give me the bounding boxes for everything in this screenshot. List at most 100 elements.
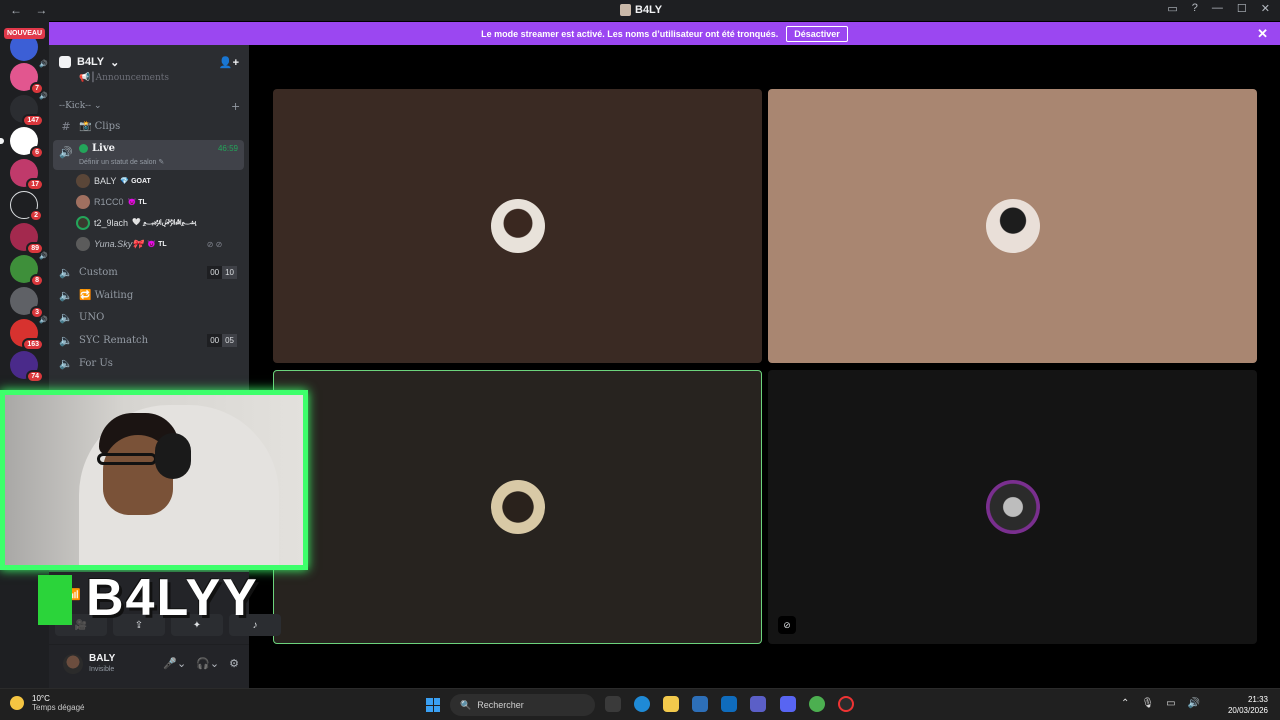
set-channel-status[interactable]: Définir un statut de salon ✎: [79, 158, 164, 166]
volume-icon[interactable]: 🔊: [1188, 698, 1200, 709]
app-icon[interactable]: [838, 696, 854, 712]
server-icon[interactable]: 2: [10, 191, 43, 222]
add-member-icon[interactable]: 👤+: [219, 56, 239, 69]
file-explorer-icon[interactable]: [663, 696, 679, 712]
channel-syc-rematch[interactable]: 🔈 SYC Rematch 00 05: [53, 330, 243, 350]
participant-avatar: [985, 199, 1040, 253]
network-icon[interactable]: ▭: [1166, 698, 1175, 709]
announcements-channel[interactable]: 📢┃Announcements: [79, 73, 169, 83]
microphone-icon[interactable]: 🎙: [1141, 698, 1154, 709]
store-icon[interactable]: [692, 696, 708, 712]
video-tile-speaking[interactable]: [273, 370, 762, 644]
title-bar: ← → B4LY ▭ ? — ☐ ✕: [0, 0, 1280, 21]
webcam-overlay: [0, 390, 308, 570]
participant-avatar: [490, 480, 545, 534]
speaker-icon: 🔊: [39, 61, 48, 68]
channel-clips[interactable]: # 📸 Clips: [53, 116, 243, 136]
channel-waiting[interactable]: 🔈 🔁 Waiting: [53, 285, 243, 305]
new-badge: NOUVEAU: [4, 28, 46, 39]
avatar: [76, 216, 90, 230]
server-badge-icon: [59, 56, 71, 68]
server-icon[interactable]: 6: [0, 127, 44, 159]
participant-avatar: [490, 199, 545, 253]
search-placeholder: Rechercher: [477, 700, 524, 710]
video-tile[interactable]: ⊘: [768, 370, 1257, 644]
add-channel-icon[interactable]: +: [231, 100, 240, 113]
mention-badge: 17: [26, 178, 44, 191]
taskbar-search[interactable]: 🔍 Rechercher: [450, 694, 595, 716]
streamer-mode-banner: Le mode streamer est activé. Les noms d’…: [49, 22, 1280, 45]
maximize-button[interactable]: ☐: [1237, 2, 1247, 15]
category-kick[interactable]: --Kick-- ⌄ +: [59, 100, 240, 113]
settings-gear-icon[interactable]: ⚙: [229, 657, 239, 670]
help-icon[interactable]: ?: [1192, 2, 1198, 15]
voice-member[interactable]: t2_9lach 🤍 ﷽: [76, 214, 196, 232]
channel-label: UNO: [79, 311, 105, 323]
chevron-up-icon[interactable]: ⌃: [1121, 698, 1129, 709]
inbox-icon[interactable]: ▭: [1167, 2, 1177, 15]
devil-icon: 😈: [147, 241, 157, 248]
channel-custom[interactable]: 🔈 Custom 00 10: [53, 262, 243, 282]
speaker-icon: 🔈: [59, 288, 73, 302]
server-icon[interactable]: 🔊 8: [10, 253, 48, 287]
muted-icon: ⊘ ⊘: [206, 239, 223, 249]
video-tile[interactable]: [273, 89, 762, 363]
server-icon[interactable]: 🔊 163: [10, 317, 48, 351]
video-tile[interactable]: [768, 89, 1257, 363]
banner-close-icon[interactable]: ✕: [1257, 26, 1268, 42]
task-view-icon[interactable]: [605, 696, 621, 712]
edge-icon[interactable]: [634, 696, 650, 712]
window-controls: ▭ ? — ☐ ✕: [1167, 2, 1270, 15]
channel-live[interactable]: 🔊 Live 46:59 Définir un statut de salon …: [53, 140, 244, 170]
speaker-icon: 🔊: [39, 93, 48, 100]
weather-description: Temps dégagé: [32, 703, 85, 712]
channel-for-us[interactable]: 🔈 For Us: [53, 353, 243, 373]
avatar[interactable]: [63, 654, 83, 674]
microphone-icon[interactable]: 🎤⌄: [163, 657, 186, 670]
participant-avatar: [985, 480, 1040, 534]
window-title: B4LY: [620, 4, 662, 16]
voice-member[interactable]: Yuna.Sky🎀 😈 TL ⊘ ⊘: [76, 235, 222, 253]
camera-off-icon: ⊘: [778, 616, 796, 634]
close-button[interactable]: ✕: [1261, 2, 1270, 15]
channel-uno[interactable]: 🔈 UNO: [53, 307, 243, 327]
speaker-icon: 🔈: [59, 265, 73, 279]
outlook-icon[interactable]: [721, 696, 737, 712]
speaker-icon: 🔈: [59, 356, 73, 370]
clock[interactable]: 21:33 20/03/2026: [1228, 694, 1268, 716]
windows-start-icon[interactable]: [426, 698, 440, 712]
speaker-icon: 🔈: [59, 310, 73, 324]
headphones-icon[interactable]: 🎧⌄: [196, 657, 219, 670]
teams-icon[interactable]: [750, 696, 766, 712]
speaker-icon: 🔊: [39, 317, 48, 324]
chrome-icon[interactable]: [809, 696, 825, 712]
date: 20/03/2026: [1227, 706, 1268, 715]
voice-member[interactable]: R1CC0 😈 TL: [76, 193, 147, 211]
server-icon[interactable]: 🔊 7: [10, 61, 48, 95]
server-icon[interactable]: 🔊 147: [10, 93, 48, 127]
forward-arrow-icon[interactable]: →: [35, 3, 47, 17]
search-icon: 🔍: [460, 699, 472, 710]
avatar: [76, 174, 90, 188]
mention-badge: 8: [30, 274, 44, 287]
windows-taskbar: 10°C Temps dégagé 🔍 Rechercher ⌃ 🎙 ▭ 🔊 2…: [0, 688, 1280, 720]
user-name: BALY: [89, 653, 116, 664]
voice-timer: 46:59: [217, 144, 238, 153]
system-tray: ⌃ 🎙 ▭ 🔊: [1121, 698, 1200, 709]
discord-icon[interactable]: [780, 696, 796, 712]
user-panel: BALY Invisible 🎤⌄ 🎧⌄ ⚙: [49, 644, 249, 688]
server-icon[interactable]: 3: [10, 287, 44, 319]
minimize-button[interactable]: —: [1212, 2, 1223, 15]
disable-streamer-button[interactable]: Désactiver: [786, 25, 848, 42]
channel-label: 🔁 Waiting: [79, 289, 134, 301]
member-tag: 😈 TL: [147, 241, 167, 248]
user-count: 00 05: [207, 333, 237, 347]
server-icon[interactable]: 17: [10, 159, 44, 191]
weather-widget[interactable]: 10°C Temps dégagé: [10, 694, 84, 712]
server-icon[interactable]: 89: [10, 223, 44, 255]
banner-message: Le mode streamer est activé. Les noms d’…: [481, 28, 779, 39]
voice-member[interactable]: BALY 💎 GOAT: [76, 172, 151, 190]
chevron-down-icon: ⌄: [110, 56, 120, 69]
back-arrow-icon[interactable]: ←: [10, 3, 22, 17]
server-icon[interactable]: 74: [10, 351, 44, 383]
